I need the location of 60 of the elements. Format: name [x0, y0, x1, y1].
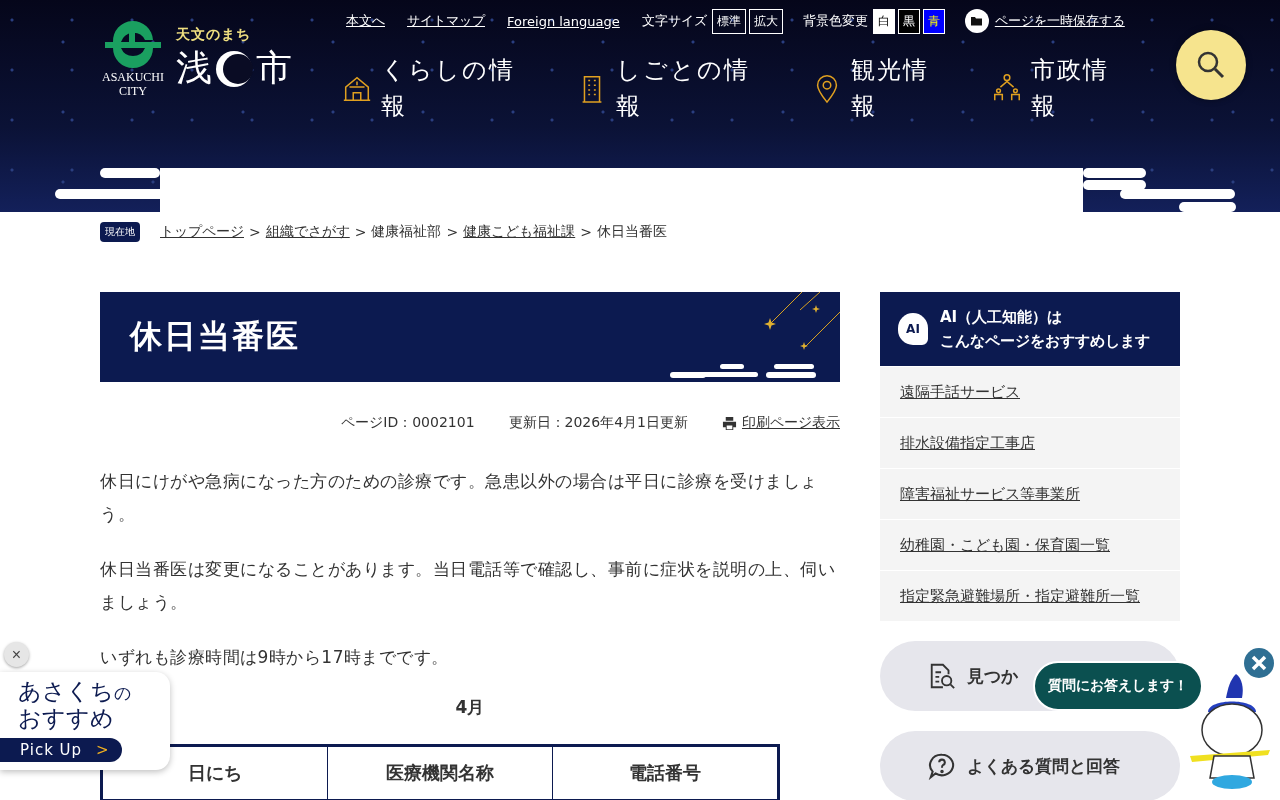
font-size-button[interactable]: 標準 [711, 8, 746, 34]
background-color-button[interactable]: 青 [922, 8, 945, 34]
breadcrumb-link[interactable]: 組織でさがす [265, 223, 350, 241]
page-id: ページID：0002101 [341, 414, 475, 432]
banner-text: の [114, 682, 131, 705]
header-link[interactable]: サイトマップ [407, 12, 485, 30]
nav-link[interactable]: 市政情報 [991, 52, 1131, 124]
nav-link[interactable]: 観光情報 [811, 52, 991, 124]
header-link[interactable]: Foreign language [507, 13, 620, 29]
breadcrumb-separator: > [354, 224, 367, 240]
moon-icon [214, 48, 254, 89]
recommendation-link[interactable]: 障害福祉サービス等事業所 [900, 484, 1080, 504]
panel-title: AI（人工知能）は [940, 307, 1064, 328]
page-title: 休日当番医 [130, 316, 300, 357]
ai-head-icon: AI [898, 313, 928, 345]
city-name: 浅 [176, 46, 212, 90]
document-search-icon [928, 662, 956, 690]
table-caption: 4月 [454, 696, 486, 719]
paragraph: 休日にけがや急病になった方のための診療です。急患以外の場合は平日に診療を受けましょう。 [100, 470, 819, 526]
banner-text: おすすめ [17, 705, 115, 732]
paragraph: 休日当番医は変更になることがあります。当日電話等で確認し、事前に症状を説明の上、伺いましょう。 [100, 558, 836, 614]
updated-date: 更新日：2026年4月1日更新 [508, 414, 688, 432]
panel-title: こんなページをおすすめします [940, 331, 1150, 352]
faq-button[interactable]: よくある質問と回答 [880, 731, 1180, 800]
breadcrumb-link[interactable]: トップページ [160, 223, 244, 241]
speech-bubble[interactable]: 質問にお答えします！ [1033, 661, 1203, 711]
breadcrumb-separator: > [249, 224, 261, 240]
breadcrumb-separator: > [580, 224, 592, 240]
background-color-button[interactable]: 白 [872, 8, 895, 34]
nav-link[interactable]: くらしの情報 [341, 52, 576, 124]
paragraph: いずれも診療時間は9時から17時までです。 [100, 646, 450, 669]
recommendation-link[interactable]: 排水設備指定工事店 [900, 433, 1035, 453]
column-header: 医療機関名称 [327, 745, 553, 800]
recommendation-link[interactable]: 指定緊急避難場所・指定避難所一覧 [900, 586, 1140, 606]
city-name: 市 [256, 46, 292, 90]
font-size-label: 文字サイズ [641, 12, 707, 30]
logo-text: CITY [119, 84, 147, 98]
font-size-button[interactable]: 拡大 [748, 8, 783, 34]
nav-link[interactable]: しごとの情報 [576, 52, 811, 124]
breadcrumb-link[interactable]: 健康こども福祉課 [463, 223, 576, 241]
recommendation-link[interactable]: 遠隔手話サービス [900, 382, 1020, 402]
background-color-button[interactable]: 黒 [897, 8, 920, 34]
recommendation-link[interactable]: 幼稚園・こども園・保育園一覧 [900, 535, 1110, 555]
breadcrumb-separator: > [446, 224, 459, 240]
location-badge: 現在地 [100, 222, 140, 242]
folder-icon [964, 9, 989, 33]
search-icon [1196, 50, 1226, 80]
logo-text: ASAKUCHI [102, 70, 164, 84]
print-link[interactable]: 印刷ページ表示 [742, 414, 840, 432]
breadcrumb-item: 休日当番医 [596, 223, 667, 241]
breadcrumb-item: 健康福祉部 [371, 223, 442, 241]
header-link[interactable]: 本文へ [346, 12, 385, 30]
save-page-link[interactable]: ページを一時保存する [994, 12, 1125, 30]
printer-icon [722, 415, 737, 431]
question-bubble-icon [928, 752, 956, 780]
background-color-label: 背景色変更 [802, 12, 868, 30]
tagline: 天文のまち [176, 26, 252, 44]
close-button[interactable]: × [4, 642, 29, 667]
close-icon[interactable] [1244, 648, 1274, 678]
banner-text: あさくち [18, 678, 114, 705]
